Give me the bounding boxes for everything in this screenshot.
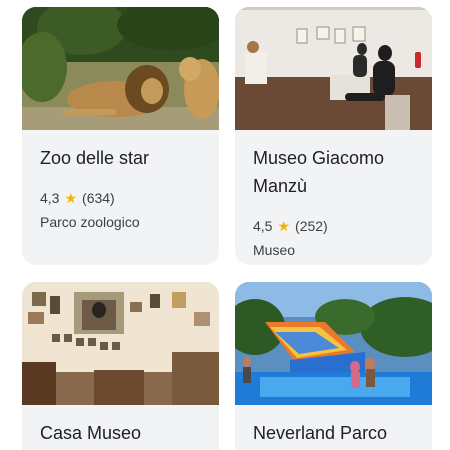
place-photo[interactable]	[22, 7, 219, 130]
star-icon: ★	[64, 190, 78, 206]
review-count: (252)	[295, 218, 328, 234]
rating-value: 4,3	[40, 190, 60, 206]
place-photo[interactable]	[235, 282, 432, 405]
place-photo[interactable]	[22, 282, 219, 405]
place-category: Museo	[253, 242, 296, 258]
place-title: Museo Giacomo Manzù	[253, 148, 385, 196]
review-count: (634)	[82, 190, 115, 206]
rating-row: 4,3 ★ (634)	[40, 190, 201, 206]
place-category: Parco zoologico	[40, 214, 140, 230]
place-photo[interactable]	[235, 7, 432, 130]
place-card-museo-manzu[interactable]: Museo Giacomo Manzù 4,5 ★ (252) Museo	[235, 7, 432, 265]
place-card-zoo[interactable]: Zoo delle star 4,3 ★ (634) Parco zoologi…	[22, 7, 219, 265]
rating-value: 4,5	[253, 218, 273, 234]
place-card-casa-museo[interactable]: Casa Museo	[22, 282, 219, 450]
star-icon: ★	[277, 218, 291, 234]
rating-row: 4,5 ★ (252)	[253, 218, 414, 234]
results-grid: Zoo delle star 4,3 ★ (634) Parco zoologi…	[0, 0, 450, 450]
place-title: Zoo delle star	[40, 148, 150, 168]
place-card-neverland-parco[interactable]: Neverland Parco	[235, 282, 432, 450]
place-title: Casa Museo	[40, 423, 142, 443]
place-title: Neverland Parco	[253, 423, 388, 443]
